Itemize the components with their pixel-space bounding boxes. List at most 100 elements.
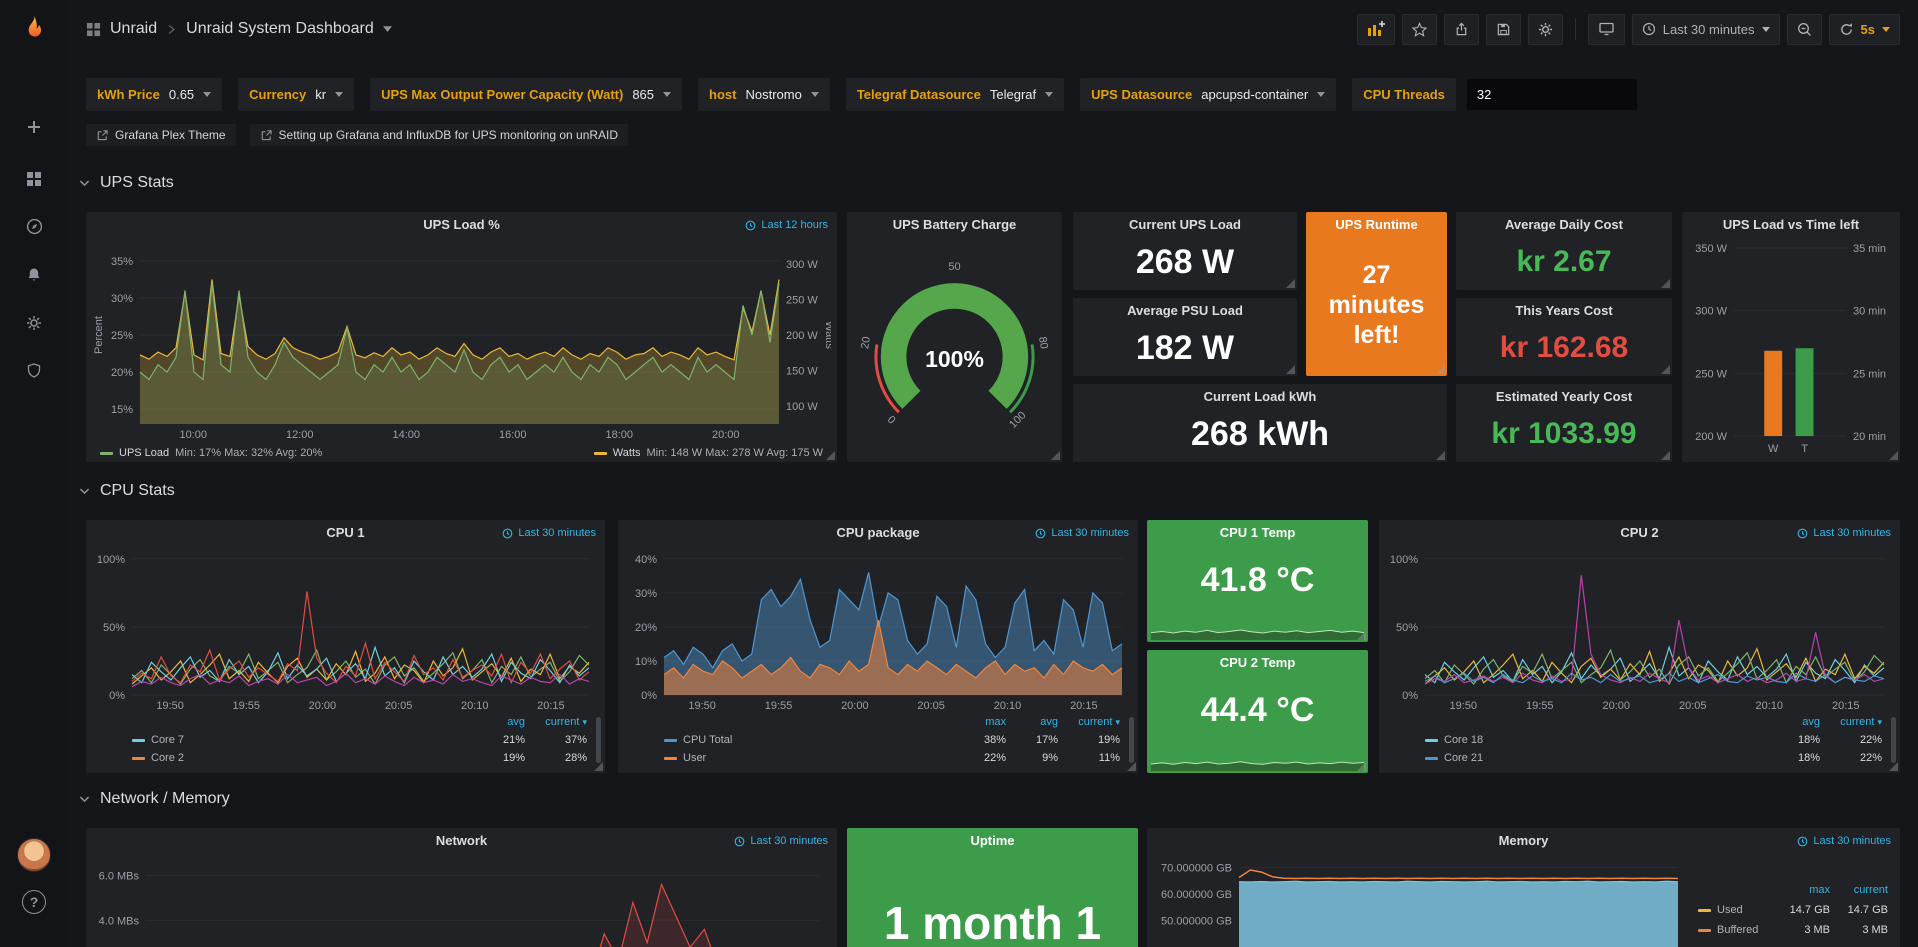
- legend-marker: [1425, 739, 1438, 742]
- legend-current: 22%: [1820, 752, 1882, 764]
- legend-row[interactable]: Core 1818%22%: [1425, 731, 1882, 749]
- legend-scrollbar[interactable]: [1891, 717, 1896, 763]
- svg-text:100%: 100%: [97, 554, 125, 566]
- share-button[interactable]: [1444, 14, 1479, 45]
- legend-item-ups-load[interactable]: UPS LoadMin: 17% Max: 32% Avg: 20%: [100, 447, 322, 459]
- help-icon[interactable]: ?: [22, 890, 46, 914]
- svg-text:30%: 30%: [111, 293, 133, 305]
- sidebar-alerting-icon[interactable]: [0, 255, 68, 295]
- legend-col-current[interactable]: current: [1820, 716, 1882, 728]
- legend-marker: [664, 739, 677, 742]
- user-avatar[interactable]: [17, 838, 51, 872]
- row-header-network-memory[interactable]: Network / Memory: [78, 790, 230, 808]
- zoom-out-button[interactable]: [1787, 14, 1822, 45]
- grafana-logo[interactable]: [0, 8, 68, 52]
- sidebar-dashboards-icon[interactable]: [0, 159, 68, 199]
- panel-resize-handle[interactable]: [1286, 279, 1295, 288]
- legend-row[interactable]: Buffered3 MB3 MB: [1698, 920, 1888, 940]
- svg-text:Watts: Watts: [823, 321, 831, 349]
- panel-resize-handle[interactable]: [1436, 451, 1445, 460]
- panel-title[interactable]: UPS Load vs Time left: [1682, 212, 1900, 238]
- variable-telegraf-datasource[interactable]: Telegraf Datasource Telegraf: [846, 78, 1064, 111]
- legend-col-current[interactable]: current: [1058, 716, 1120, 728]
- breadcrumb-folder[interactable]: Unraid: [110, 20, 157, 38]
- panel-resize-handle[interactable]: [1357, 762, 1366, 771]
- legend-current: 14.7 GB: [1830, 904, 1888, 916]
- svg-text:19:55: 19:55: [765, 700, 793, 712]
- panel-title[interactable]: Network: [86, 828, 837, 854]
- clock-icon: [502, 528, 513, 539]
- panel-resize-handle[interactable]: [1357, 631, 1366, 640]
- svg-text:100%: 100%: [1390, 554, 1418, 566]
- legend-col-max[interactable]: max: [1772, 884, 1830, 896]
- legend-col-avg[interactable]: avg: [1006, 716, 1058, 728]
- panel-resize-handle[interactable]: [1051, 451, 1060, 460]
- help-glyph: ?: [30, 894, 39, 910]
- legend-row[interactable]: CPU Total38%17%19%: [664, 731, 1120, 749]
- legend-row[interactable]: User22%9%11%: [664, 749, 1120, 767]
- panel-resize-handle[interactable]: [826, 451, 835, 460]
- cpu-threads-input[interactable]: [1466, 78, 1638, 111]
- panel-title[interactable]: Memory: [1147, 828, 1900, 854]
- panel-resize-handle[interactable]: [594, 762, 603, 771]
- legend-col-current[interactable]: current: [525, 716, 587, 728]
- add-panel-button[interactable]: [1357, 14, 1395, 45]
- dashboard-dropdown-caret-icon[interactable]: [383, 26, 392, 32]
- variable-currency[interactable]: Currency kr: [238, 78, 354, 111]
- dashboard-link-plex-theme[interactable]: Grafana Plex Theme: [86, 124, 236, 146]
- variable-ups-max-power[interactable]: UPS Max Output Power Capacity (Watt) 865: [370, 78, 682, 111]
- legend-scrollbar[interactable]: [596, 717, 601, 763]
- legend-row[interactable]: Core 219%28%: [132, 749, 587, 767]
- sidebar-server-admin-icon[interactable]: [0, 351, 68, 391]
- caret-down-icon: [663, 92, 671, 97]
- star-button[interactable]: [1402, 14, 1437, 45]
- refresh-button[interactable]: 5s: [1829, 14, 1900, 45]
- legend-max: 22%: [954, 752, 1006, 764]
- panel-network: Network Last 30 minutes 2.0 MBs4.0 MBs6.…: [86, 828, 837, 947]
- sidebar-configuration-icon[interactable]: [0, 303, 68, 343]
- row-header-cpu-stats[interactable]: CPU Stats: [78, 482, 175, 500]
- panel-resize-handle[interactable]: [1127, 762, 1136, 771]
- legend-stats: Min: 17% Max: 32% Avg: 20%: [175, 447, 322, 459]
- svg-text:19:50: 19:50: [156, 700, 184, 712]
- legend-item-watts[interactable]: WattsMin: 148 W Max: 278 W Avg: 175 W: [594, 447, 823, 459]
- panel-resize-handle[interactable]: [1889, 451, 1898, 460]
- badge-label: Last 30 minutes: [1051, 527, 1129, 539]
- panel-title[interactable]: UPS Load %: [86, 212, 837, 238]
- panel-resize-handle[interactable]: [1661, 451, 1670, 460]
- legend-scrollbar[interactable]: [1129, 717, 1134, 763]
- legend-col-current[interactable]: current: [1830, 884, 1888, 896]
- legend-col-avg[interactable]: avg: [471, 716, 525, 728]
- external-link-icon: [96, 129, 108, 141]
- legend-col-max[interactable]: max: [954, 716, 1006, 728]
- panel-resize-handle[interactable]: [1661, 279, 1670, 288]
- legend-row[interactable]: Used14.7 GB14.7 GB: [1698, 900, 1888, 920]
- legend-row[interactable]: Core 2118%22%: [1425, 749, 1882, 767]
- dashboard-settings-button[interactable]: [1528, 14, 1563, 45]
- badge-label: Last 30 minutes: [750, 835, 828, 847]
- panel-cpu2: CPU 2 Last 30 minutes 0%50%100%19:5019:5…: [1379, 520, 1900, 773]
- sidebar-explore-icon[interactable]: [0, 206, 68, 246]
- panel-resize-handle[interactable]: [1436, 365, 1445, 374]
- panel-resize-handle[interactable]: [1889, 762, 1898, 771]
- dashboard-link-ups-guide[interactable]: Setting up Grafana and InfluxDB for UPS …: [250, 124, 629, 146]
- panel-title[interactable]: UPS Battery Charge: [847, 212, 1062, 238]
- legend-row[interactable]: Core 721%37%: [132, 731, 587, 749]
- variable-ups-datasource[interactable]: UPS Datasource apcupsd-container: [1080, 78, 1336, 111]
- variable-kwh-price[interactable]: kWh Price 0.65: [86, 78, 222, 111]
- time-range-button[interactable]: Last 30 minutes: [1632, 14, 1780, 45]
- sidebar-create-icon[interactable]: [0, 107, 68, 147]
- panel-resize-handle[interactable]: [1661, 365, 1670, 374]
- panel-cpu2-temp: CPU 2 Temp 44.4 °C: [1147, 650, 1368, 773]
- variable-cpu-threads: CPU Threads: [1352, 78, 1638, 111]
- cycle-view-button[interactable]: [1588, 14, 1625, 45]
- row-header-ups-stats[interactable]: UPS Stats: [78, 174, 174, 192]
- breadcrumb-dashboard-title[interactable]: Unraid System Dashboard: [186, 20, 374, 38]
- save-button[interactable]: [1486, 14, 1521, 45]
- variable-host[interactable]: host Nostromo: [698, 78, 830, 111]
- clock-icon: [1035, 528, 1046, 539]
- legend-marker: [100, 452, 113, 455]
- panel-resize-handle[interactable]: [1286, 365, 1295, 374]
- legend-col-avg[interactable]: avg: [1766, 716, 1820, 728]
- svg-text:20%: 20%: [635, 622, 657, 634]
